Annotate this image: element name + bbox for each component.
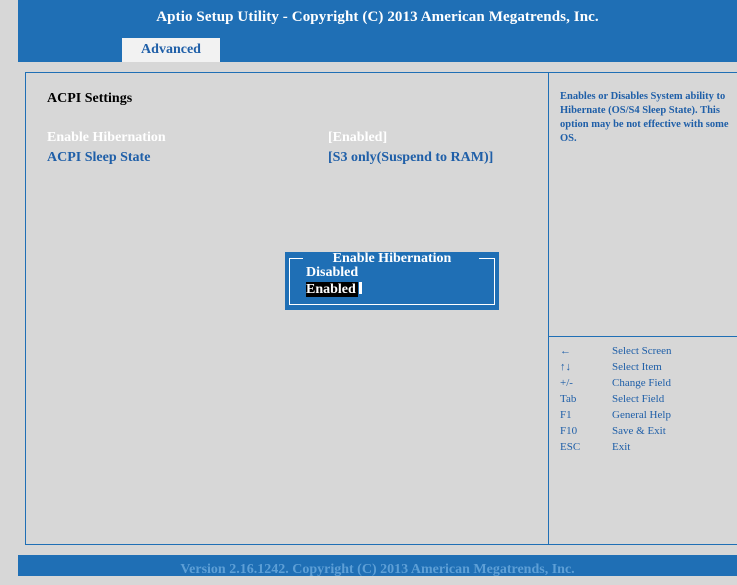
tab-advanced[interactable]: Advanced	[122, 38, 220, 62]
key-name: ESC	[560, 441, 581, 453]
key-row: Tab Select Field	[560, 391, 730, 407]
key-row: ESC Exit	[560, 439, 730, 455]
help-text: Enables or Disables System ability to Hi…	[560, 91, 729, 144]
key-name: F1	[560, 409, 572, 421]
key-description: Select Screen	[612, 345, 672, 357]
key-description: Select Field	[612, 393, 665, 405]
app-title: Aptio Setup Utility - Copyright (C) 2013…	[156, 9, 599, 25]
section-title: ACPI Settings	[47, 91, 133, 106]
help-divider	[549, 336, 737, 337]
setting-label-acpi-sleep-state[interactable]: ACPI Sleep State	[47, 150, 150, 166]
footer-text: Version 2.16.1242. Copyright (C) 2013 Am…	[180, 562, 575, 577]
key-name: +/-	[560, 377, 573, 389]
key-name: F10	[560, 425, 578, 437]
key-name: Tab	[560, 393, 577, 405]
key-description: Exit	[612, 441, 631, 453]
key-description: Save & Exit	[612, 425, 666, 437]
option-enabled-label: Enabled	[306, 282, 358, 297]
option-enabled[interactable]: Enabled	[306, 282, 362, 298]
key-row: +/- Change Field	[560, 375, 730, 391]
panel-divider	[548, 72, 549, 545]
key-row: ← Select Screen	[560, 343, 730, 359]
key-description: Change Field	[612, 377, 671, 389]
key-name: ←	[560, 345, 571, 357]
footer-bar: Version 2.16.1242. Copyright (C) 2013 Am…	[18, 555, 737, 577]
key-name: ↑↓	[560, 361, 571, 373]
option-popup[interactable]: Enable Hibernation Disabled Enabled	[285, 251, 499, 310]
title-bar: Aptio Setup Utility - Copyright (C) 2013…	[18, 0, 737, 38]
option-disabled[interactable]: Disabled	[306, 265, 358, 281]
key-row: F1 General Help	[560, 407, 730, 423]
key-row: F10 Save & Exit	[560, 423, 730, 439]
text-cursor	[358, 282, 362, 294]
key-description: General Help	[612, 409, 671, 421]
key-description: Select Item	[612, 361, 662, 373]
setting-value-acpi-sleep-state[interactable]: [S3 only(Suspend to RAM)]	[328, 150, 493, 166]
key-row: ↑↓ Select Item	[560, 359, 730, 375]
setting-label-enable-hibernation[interactable]: Enable Hibernation	[47, 130, 166, 146]
setting-value-enable-hibernation[interactable]: [Enabled]	[328, 130, 387, 146]
key-legend: ← Select Screen ↑↓ Select Item +/- Change F…	[560, 343, 730, 455]
